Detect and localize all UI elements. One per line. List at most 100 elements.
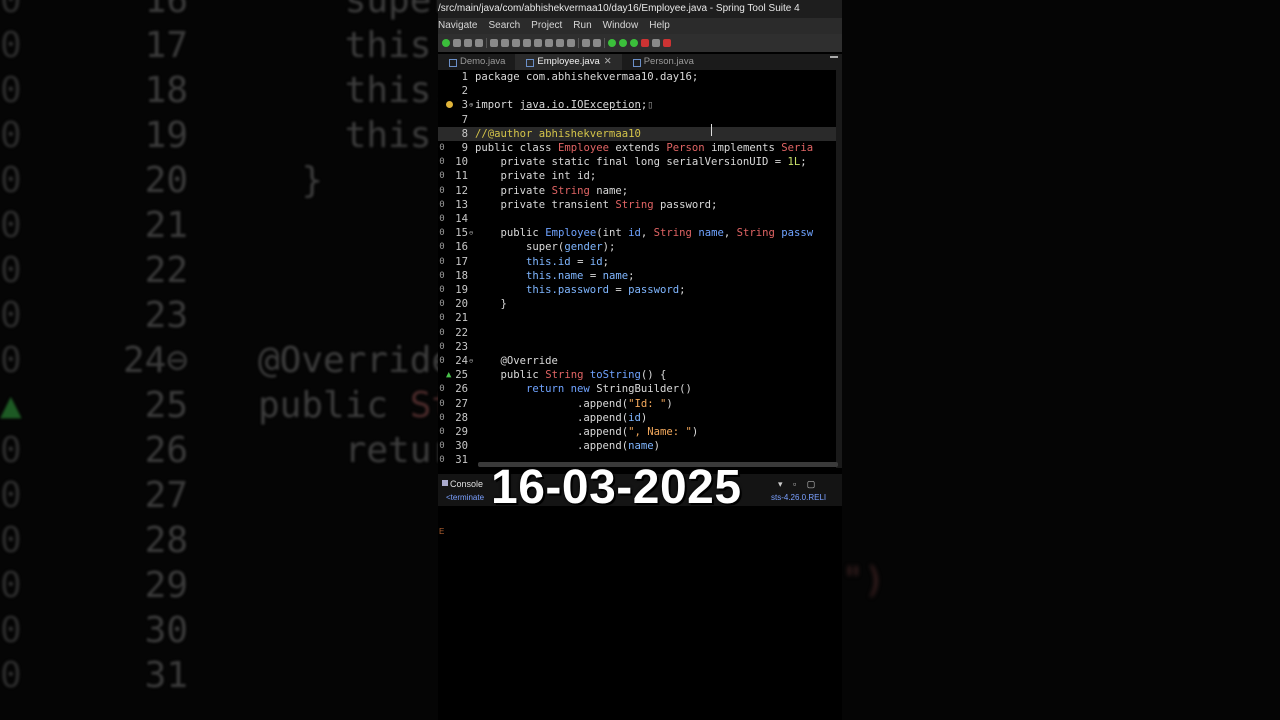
step-into-icon[interactable] — [545, 39, 553, 47]
line-number: 17 — [455, 255, 468, 268]
line-number: 29 — [455, 426, 468, 438]
vertical-scrollbar[interactable] — [836, 70, 842, 468]
resume-icon[interactable] — [501, 39, 509, 47]
gutter-marker: 0 — [439, 384, 445, 395]
code-line: 0 28 .append(id) — [438, 411, 842, 425]
menu-navigate[interactable]: Navigate — [438, 20, 477, 31]
toolbar — [438, 34, 842, 52]
line-number: 22 — [455, 326, 468, 339]
code-line: 0 20 } — [438, 297, 842, 311]
code-text: public class Employee extends Person imp… — [475, 142, 814, 154]
java-file-icon — [632, 59, 641, 67]
boot-dashboard-icon[interactable] — [582, 39, 590, 47]
code-text: this.id = id; — [526, 255, 609, 268]
tab-employee-java[interactable]: Employee.java ✕ — [515, 54, 622, 70]
background-right-fragment: ") — [842, 560, 886, 601]
line-number: 19 — [455, 284, 468, 296]
code-line: 0 16 super(gender); — [438, 240, 842, 254]
code-text: private static final long serialVersionU… — [500, 156, 807, 169]
code-text: @Override — [475, 355, 558, 367]
gutter-marker: 0 — [439, 143, 445, 153]
line-number: 12 — [455, 184, 468, 197]
line-number: 18 — [455, 269, 468, 282]
minimize-icon[interactable] — [830, 56, 838, 58]
menu-bar: Navigate Search Project Run Window Help — [438, 18, 842, 34]
save-all-icon[interactable] — [464, 39, 472, 47]
terminate-icon[interactable] — [523, 39, 531, 47]
code-line: ▲ 25 public String toString() { — [438, 368, 842, 382]
save-icon[interactable] — [453, 39, 461, 47]
toolbar-separator — [486, 38, 487, 48]
line-number: 26 — [455, 383, 468, 396]
tab-label: Person.java — [643, 56, 694, 67]
code-line-current: 8 //@author abhishekvermaa10 — [438, 126, 842, 141]
java-file-icon — [449, 59, 457, 67]
menu-project[interactable]: Project — [531, 20, 562, 31]
console-status: <terminate — [446, 493, 485, 502]
code-line: 1 package com.abhishekvermaa10.day16; — [438, 70, 842, 84]
menu-search[interactable]: Search — [488, 20, 520, 31]
code-text: package com.abhishekvermaa10.day16; — [475, 71, 699, 83]
fold-icon[interactable]: ⊖ — [469, 226, 473, 240]
console-controls-icon[interactable]: ▾ ▫ ▢ — [778, 479, 819, 490]
line-number: 23 — [455, 340, 468, 353]
step-return-icon[interactable] — [567, 39, 575, 47]
code-line: 0 18 this.name = name; — [438, 269, 842, 283]
code-line: 0 19 this.password = password; — [438, 283, 842, 297]
line-number: 24 — [455, 355, 468, 367]
search-icon[interactable] — [652, 39, 660, 47]
code-editor[interactable]: 1 package com.abhishekvermaa10.day16; 2 3… — [438, 70, 842, 468]
code-text: .append("Id: ") — [475, 397, 673, 410]
console-tab[interactable]: Console — [450, 479, 483, 489]
close-icon[interactable]: ✕ — [604, 56, 612, 67]
step-over-icon[interactable] — [556, 39, 564, 47]
run-icon[interactable] — [619, 39, 627, 47]
code-line: 3 ⊕ import java.io.IOException;▯ — [438, 98, 842, 112]
code-line: 0 15 ⊖ public Employee(int id, String name… — [438, 226, 842, 240]
server-icon[interactable] — [593, 39, 601, 47]
editor-tabs: Demo.java Employee.java ✕ Person.java — [438, 54, 842, 70]
gutter-marker: 0 — [439, 285, 445, 295]
suspend-icon[interactable] — [512, 39, 520, 47]
gutter-marker: 0 — [439, 157, 445, 168]
new-icon[interactable] — [442, 39, 450, 47]
menu-run[interactable]: Run — [573, 20, 591, 31]
debug-icon[interactable] — [608, 39, 616, 47]
code-text: return new StringBuilder() — [526, 383, 692, 396]
gutter-marker: 0 — [439, 214, 445, 224]
gutter-marker: 0 — [439, 441, 445, 452]
print-icon[interactable] — [475, 39, 483, 47]
console-runtime: sts-4.26.0.RELI — [771, 493, 827, 502]
toolbar-separator — [578, 38, 579, 48]
line-number: 14 — [455, 213, 468, 225]
code-line: 7 — [438, 113, 842, 127]
code-line: 0 13 private transient String password; — [438, 198, 842, 212]
line-number: 25 — [455, 369, 468, 382]
menu-window[interactable]: Window — [603, 20, 639, 31]
line-number: 11 — [455, 170, 468, 183]
line-number: 3 — [461, 99, 468, 112]
code-line: 0 21 — [438, 311, 842, 325]
code-text: this.name = name; — [526, 269, 635, 282]
code-line: 0 30 .append(name) — [438, 439, 842, 453]
coverage-icon[interactable] — [630, 39, 638, 47]
code-line: 0 26 return new StringBuilder() — [438, 382, 842, 396]
code-line: 0 22 — [438, 326, 842, 340]
fold-icon[interactable]: ⊕ — [469, 98, 473, 112]
code-line: 0 12 private String name; — [438, 184, 842, 198]
background-zoomed-code: 0 16 super(g 0 17 this.id 0 18 this.na 0 19 … — [0, 0, 497, 696]
fold-icon[interactable]: ⊖ — [469, 354, 473, 368]
disconnect-icon[interactable] — [534, 39, 542, 47]
code-line: 0 23 — [438, 340, 842, 354]
menu-help[interactable]: Help — [649, 20, 670, 31]
skip-breakpoints-icon[interactable] — [490, 39, 498, 47]
code-text: } — [475, 298, 507, 311]
code-line: 0 11 private int id; — [438, 169, 842, 183]
tab-person-java[interactable]: Person.java — [622, 54, 704, 70]
tab-demo-java[interactable]: Demo.java — [438, 54, 515, 70]
perspective-icon[interactable] — [663, 39, 671, 47]
external-tools-icon[interactable] — [641, 39, 649, 47]
date-overlay: 16-03-2025 — [491, 461, 742, 514]
code-line: 0 27 .append("Id: ") — [438, 397, 842, 411]
console-icon — [442, 480, 448, 486]
